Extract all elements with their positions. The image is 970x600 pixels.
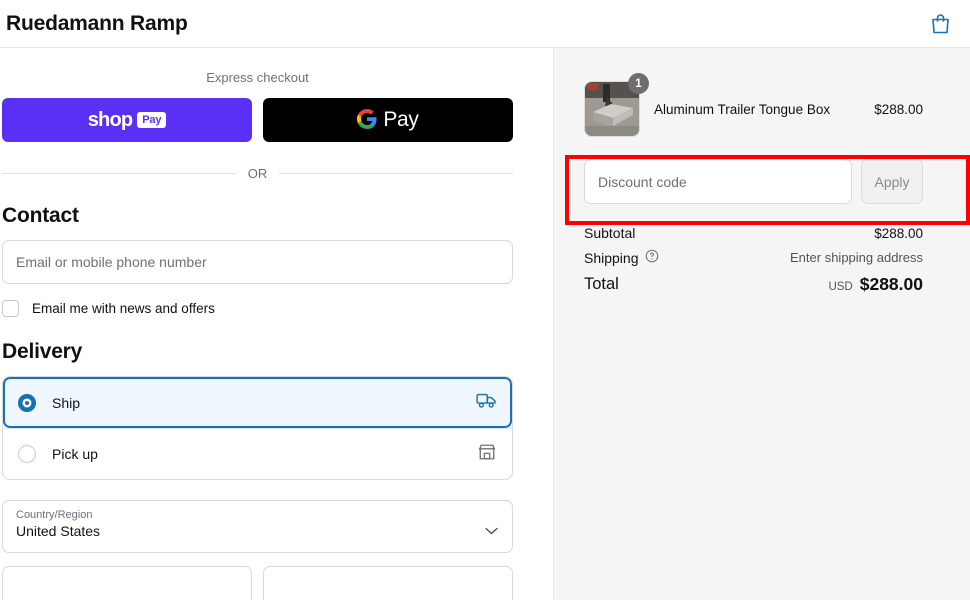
checkout-form-column: Express checkout shop Pay Pay OR Contact… xyxy=(0,48,553,600)
last-name-field[interactable] xyxy=(263,566,513,600)
express-checkout-label: Express checkout xyxy=(206,70,309,85)
google-pay-button[interactable]: Pay xyxy=(263,98,513,142)
product-price: $288.00 xyxy=(874,101,923,117)
checkout-body: Express checkout shop Pay Pay OR Contact… xyxy=(0,48,970,600)
discount-code-row: Apply xyxy=(584,159,923,204)
or-divider: OR xyxy=(2,166,513,181)
newsletter-optin-row[interactable]: Email me with news and offers xyxy=(2,300,513,317)
shop-pay-badge: Pay xyxy=(137,112,167,128)
country-region-select[interactable]: Country/Region United States xyxy=(2,500,513,553)
chevron-down-icon xyxy=(485,522,498,540)
delivery-options: Ship Pick up xyxy=(2,376,513,480)
subtotal-row: Subtotal $288.00 xyxy=(584,225,923,241)
shipping-label: Shipping xyxy=(584,249,639,266)
checkout-page: Ruedamann Ramp Express checkout shop Pay xyxy=(0,0,970,600)
discount-code-input[interactable] xyxy=(584,159,852,204)
email-field[interactable] xyxy=(2,240,513,284)
google-g-icon xyxy=(357,108,377,132)
express-checkout-buttons: shop Pay Pay xyxy=(2,98,513,142)
product-name: Aluminum Trailer Tongue Box xyxy=(654,101,831,117)
delivery-section-title: Delivery xyxy=(2,340,83,363)
subtotal-value: $288.00 xyxy=(874,225,923,241)
shop-pay-button[interactable]: shop Pay xyxy=(2,98,252,142)
country-region-value: United States xyxy=(16,523,101,539)
delivery-option-pickup[interactable]: Pick up xyxy=(3,428,512,479)
truck-icon xyxy=(476,392,497,414)
product-thumbnail-wrap: 1 xyxy=(584,73,649,137)
total-label: Total xyxy=(584,275,619,293)
delivery-option-ship[interactable]: Ship xyxy=(3,377,512,428)
shipping-row: Shipping Enter shipping address xyxy=(584,249,923,266)
contact-section-title: Contact xyxy=(2,204,79,227)
total-currency: USD xyxy=(828,281,853,293)
ship-radio[interactable] xyxy=(18,393,36,412)
shipping-value: Enter shipping address xyxy=(790,250,923,265)
apply-discount-button[interactable]: Apply xyxy=(861,159,923,204)
shop-name: Ruedamann Ramp xyxy=(6,11,188,35)
subtotal-label: Subtotal xyxy=(584,225,636,241)
quantity-badge: 1 xyxy=(628,73,649,94)
shopping-bag-icon[interactable] xyxy=(931,13,950,34)
pickup-radio[interactable] xyxy=(18,445,36,463)
pickup-label: Pick up xyxy=(52,446,98,462)
google-pay-wordmark: Pay xyxy=(383,108,419,131)
order-line-item: 1 Aluminum Trailer Tongue Box $288.00 xyxy=(584,73,923,137)
store-icon xyxy=(477,443,497,466)
newsletter-label: Email me with news and offers xyxy=(32,301,215,316)
total-row: Total USD $288.00 xyxy=(584,274,923,295)
question-circle-icon[interactable] xyxy=(645,249,659,266)
order-totals: Subtotal $288.00 Shipping Enter shipping… xyxy=(584,225,923,295)
or-divider-text: OR xyxy=(247,166,268,181)
first-name-field[interactable] xyxy=(2,566,252,600)
name-fields-row xyxy=(2,566,513,600)
ship-label: Ship xyxy=(52,394,81,411)
page-header: Ruedamann Ramp xyxy=(0,0,970,48)
order-summary-column: 1 Aluminum Trailer Tongue Box $288.00 Ap… xyxy=(553,48,970,600)
shop-pay-wordmark: shop xyxy=(87,108,133,131)
country-region-label: Country/Region xyxy=(16,509,93,521)
newsletter-checkbox[interactable] xyxy=(2,300,19,317)
total-value: $288.00 xyxy=(859,274,923,294)
